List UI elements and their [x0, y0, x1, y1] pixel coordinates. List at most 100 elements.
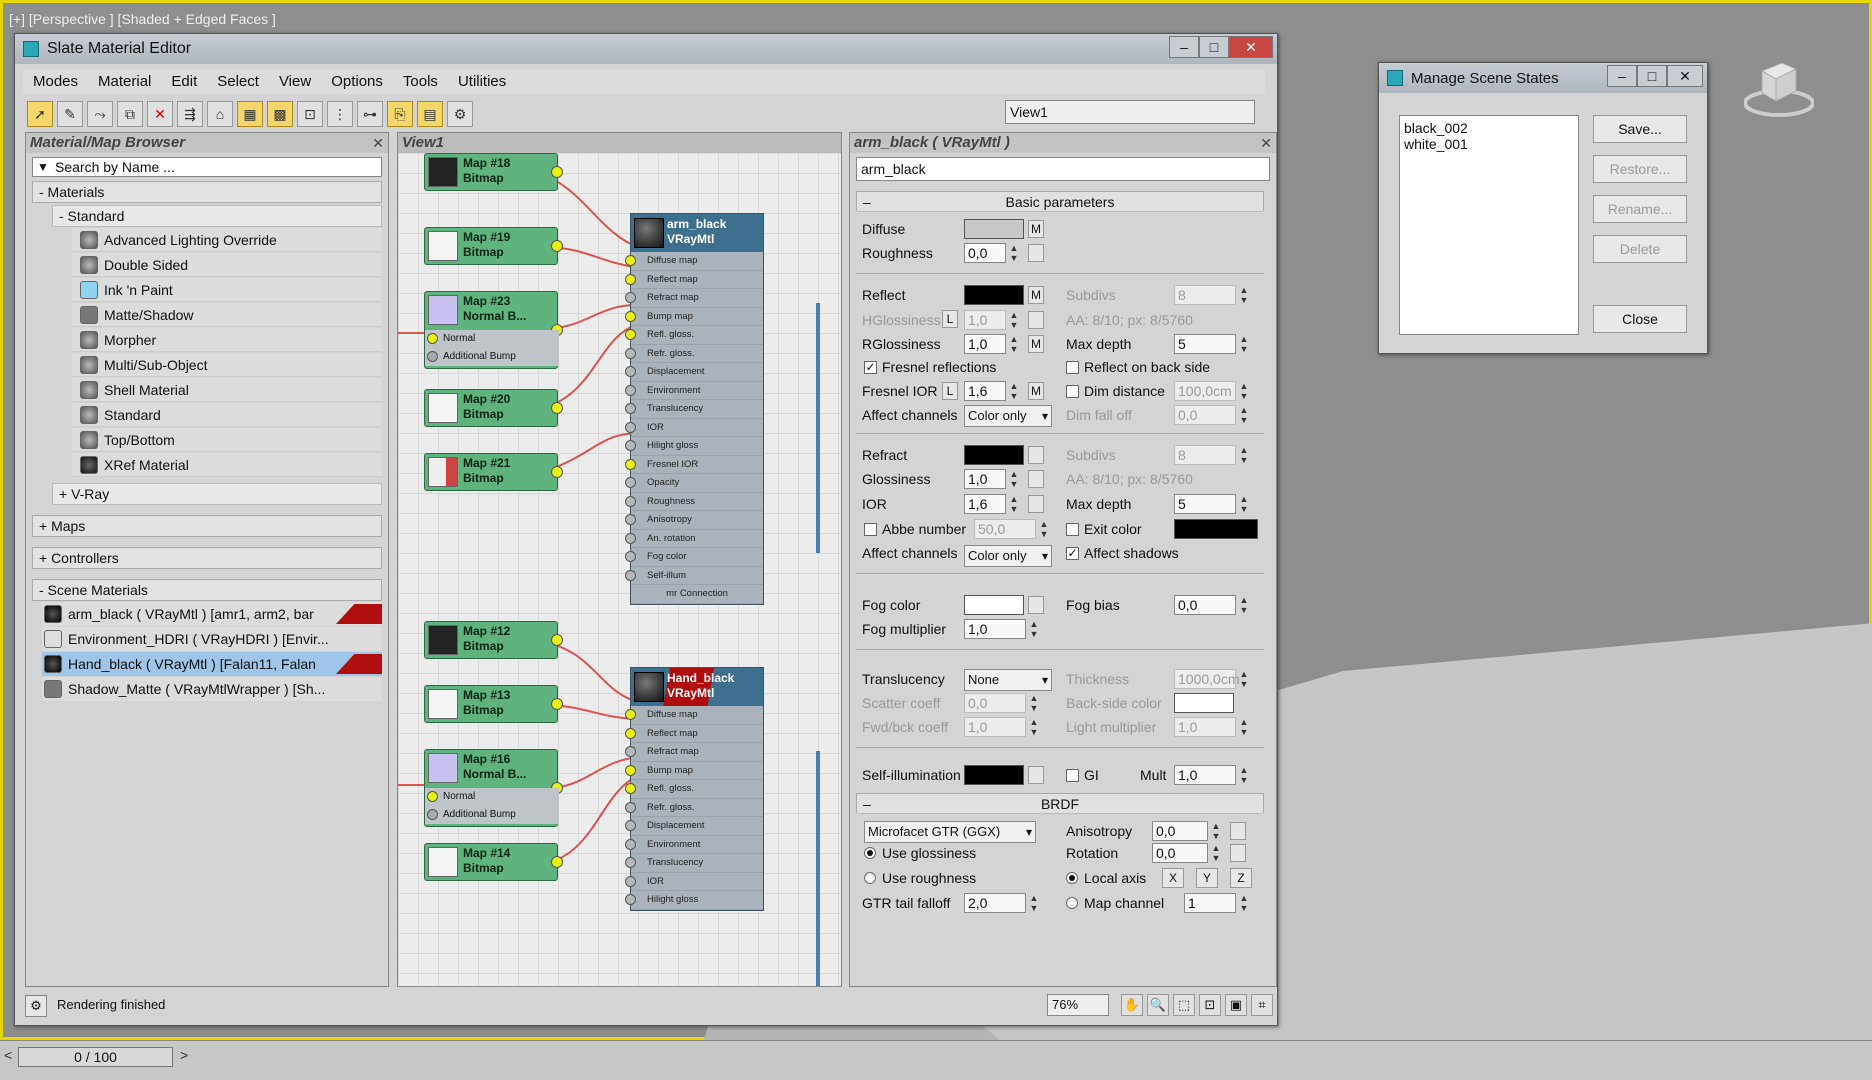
- zoom-extents-icon[interactable]: ⊡: [1199, 994, 1221, 1016]
- map-node[interactable]: Map #20 Bitmap: [424, 389, 563, 427]
- anisotropy-map-button[interactable]: [1230, 822, 1246, 840]
- spinner-arrows-icon[interactable]: ▲ ▼: [1238, 494, 1250, 514]
- fresnel-checkbox[interactable]: ✓: [864, 361, 877, 374]
- spinner-arrows-icon[interactable]: ▲ ▼: [1008, 469, 1020, 489]
- fog-multiplier-spinner[interactable]: 1,0: [964, 619, 1026, 639]
- thickness-spinner[interactable]: 1000,0cm: [1174, 669, 1239, 689]
- normal-bump-node[interactable]: Map #23 Normal B... Normal Additional Bum…: [424, 291, 563, 369]
- mult-spinner[interactable]: 1,0: [1174, 765, 1236, 785]
- input-socket[interactable]: [625, 292, 636, 303]
- input-socket[interactable]: [625, 551, 636, 562]
- zoom-dropdown[interactable]: 76%: [1047, 994, 1109, 1016]
- material-slot[interactable]: Diffuse map: [625, 252, 763, 271]
- rotation-spinner[interactable]: 0,0: [1152, 843, 1208, 863]
- menu-modes[interactable]: Modes: [23, 70, 88, 94]
- spinner-arrows-icon[interactable]: ▲ ▼: [1008, 310, 1020, 330]
- exit-color-swatch[interactable]: [1174, 519, 1258, 539]
- normal-bump-node[interactable]: Map #16 Normal B... Normal Additional Bum…: [424, 749, 563, 827]
- spinner-arrows-icon[interactable]: ▲ ▼: [1008, 334, 1020, 354]
- group-controllers[interactable]: + Controllers: [32, 547, 382, 569]
- diffuse-color-swatch[interactable]: [964, 219, 1024, 239]
- input-socket[interactable]: [625, 532, 636, 544]
- show-map-icon[interactable]: ▦: [237, 101, 263, 127]
- output-socket[interactable]: [551, 466, 563, 478]
- material-slot[interactable]: Diffuse map: [625, 706, 763, 725]
- layout-all-icon[interactable]: ⊡: [297, 101, 323, 127]
- scene-state-item[interactable]: black_002: [1404, 120, 1574, 136]
- parameter-editor-toggle-icon[interactable]: ▤: [417, 101, 443, 127]
- output-socket[interactable]: [551, 166, 563, 178]
- menu-select[interactable]: Select: [207, 70, 269, 94]
- mss-close-button[interactable]: ✕: [1667, 65, 1703, 87]
- input-socket[interactable]: [625, 384, 636, 396]
- rotation-map-button[interactable]: [1230, 844, 1246, 862]
- anisotropy-spinner[interactable]: 0,0: [1152, 821, 1208, 841]
- gi-checkbox[interactable]: [1066, 769, 1079, 782]
- material-slot[interactable]: Bump map: [625, 308, 763, 326]
- spinner-arrows-icon[interactable]: ▲ ▼: [1238, 285, 1250, 305]
- spinner-arrows-icon[interactable]: ▲ ▼: [1008, 243, 1020, 263]
- spinner-arrows-icon[interactable]: ▲ ▼: [1238, 445, 1250, 465]
- input-socket[interactable]: [625, 440, 636, 451]
- spinner-arrows-icon[interactable]: ▲ ▼: [1238, 334, 1250, 354]
- refract-affect-channels-dropdown[interactable]: Color only: [964, 545, 1052, 567]
- rollout-header[interactable]: – Basic parameters: [857, 192, 1263, 212]
- spinner-arrows-icon[interactable]: ▲ ▼: [1238, 893, 1250, 913]
- self-illum-map-button[interactable]: [1028, 766, 1044, 784]
- material-slot[interactable]: Refl. gloss.: [625, 780, 763, 799]
- self-illum-color-swatch[interactable]: [964, 765, 1024, 785]
- dim-distance-checkbox[interactable]: [1066, 385, 1079, 398]
- material-slot[interactable]: Refr. gloss.: [625, 345, 763, 363]
- select-by-material-icon[interactable]: ⚙: [447, 101, 473, 127]
- input-socket[interactable]: [625, 857, 636, 868]
- material-slot[interactable]: Refl. gloss.: [625, 326, 763, 345]
- material-slot[interactable]: Translucency: [625, 400, 763, 419]
- spinner-arrows-icon[interactable]: ▲ ▼: [1028, 717, 1040, 737]
- group-materials[interactable]: - Materials: [32, 181, 382, 203]
- input-socket[interactable]: [625, 273, 636, 285]
- map-node[interactable]: Map #21 Bitmap: [424, 453, 563, 491]
- mss-maximize-button[interactable]: □: [1637, 65, 1667, 87]
- scene-material-item[interactable]: Environment_HDRI ( VRayHDRI ) [Envir...: [42, 627, 382, 651]
- viewcube-icon[interactable]: [1744, 51, 1814, 121]
- input-socket[interactable]: [625, 514, 636, 525]
- brdf-rollout[interactable]: – BRDF: [856, 793, 1264, 814]
- pick-material-icon[interactable]: ✎: [57, 101, 83, 127]
- gtr-tail-falloff-spinner[interactable]: 2,0: [964, 893, 1026, 913]
- input-socket[interactable]: [625, 310, 636, 322]
- material-slot[interactable]: Roughness: [625, 493, 763, 511]
- map-node[interactable]: Map #12 Bitmap: [424, 621, 563, 659]
- assign-material-icon[interactable]: ⧉: [117, 101, 143, 127]
- material-slot[interactable]: Translucency: [625, 854, 763, 873]
- menu-options[interactable]: Options: [321, 70, 393, 94]
- fog-bias-spinner[interactable]: 0,0: [1174, 595, 1236, 615]
- exit-color-checkbox[interactable]: [1066, 523, 1079, 536]
- refract-subdivs-spinner[interactable]: 8: [1174, 445, 1236, 465]
- mss-rename-button[interactable]: Rename...: [1593, 195, 1687, 223]
- input-slot[interactable]: Additional Bump: [425, 806, 559, 824]
- spinner-arrows-icon[interactable]: ▲ ▼: [1238, 765, 1250, 785]
- hide-unused-icon[interactable]: ⌂: [207, 101, 233, 127]
- roughness-spinner[interactable]: 0,0: [964, 243, 1006, 263]
- material-item[interactable]: Top/Bottom: [72, 428, 382, 452]
- mss-titlebar[interactable]: Manage Scene States – □ ✕: [1379, 63, 1707, 93]
- fresnel-ior-map-button[interactable]: M: [1028, 382, 1044, 400]
- menu-utilities[interactable]: Utilities: [448, 70, 516, 94]
- axis-x-button[interactable]: X: [1162, 868, 1184, 888]
- material-item[interactable]: Ink 'n Paint: [72, 278, 382, 302]
- scene-state-item[interactable]: white_001: [1404, 136, 1574, 152]
- material-slot[interactable]: IOR: [625, 419, 763, 437]
- mss-delete-button[interactable]: Delete: [1593, 235, 1687, 263]
- refract-map-button[interactable]: [1028, 446, 1044, 464]
- fog-color-map-button[interactable]: [1028, 596, 1044, 614]
- material-slot[interactable]: Anisotropy: [625, 511, 763, 530]
- close-button[interactable]: ✕: [1229, 36, 1273, 58]
- spinner-arrows-icon[interactable]: ▲ ▼: [1008, 494, 1020, 514]
- scene-material-item[interactable]: Shadow_Matte ( VRayMtlWrapper ) [Sh...: [42, 677, 382, 701]
- input-socket[interactable]: [625, 495, 636, 507]
- input-socket[interactable]: [625, 477, 636, 488]
- input-socket[interactable]: [427, 333, 438, 344]
- map-channel-radio[interactable]: [1066, 897, 1078, 909]
- material-slot[interactable]: Displacement: [625, 817, 763, 836]
- map-node[interactable]: Map #13 Bitmap: [424, 685, 563, 723]
